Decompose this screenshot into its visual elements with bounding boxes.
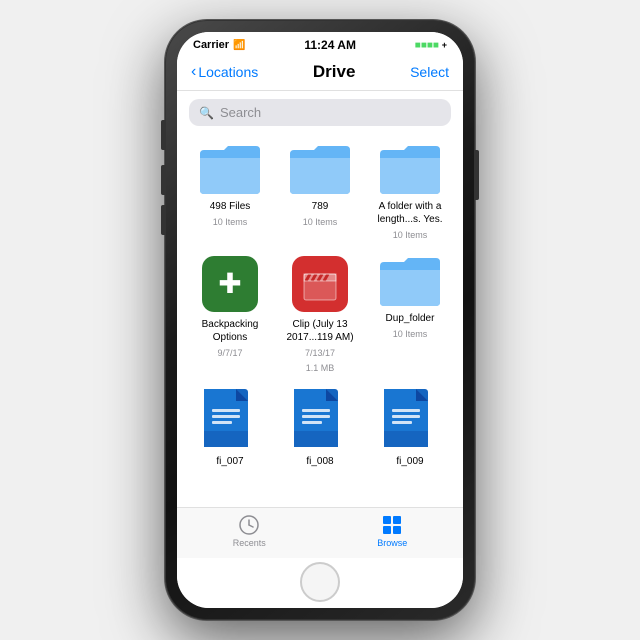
page-title: Drive — [313, 62, 356, 82]
home-button[interactable] — [300, 562, 340, 602]
list-item[interactable]: Clip (July 13 2017...119 AM) 7/13/17 1.1… — [280, 256, 360, 375]
time-display: 11:24 AM — [304, 38, 356, 52]
item-name: fi_008 — [306, 455, 333, 468]
item-name: Clip (July 13 2017...119 AM) — [280, 318, 360, 344]
tab-bar: Recents Browse — [177, 507, 463, 558]
search-container: 🔍 Search — [177, 91, 463, 134]
home-button-area — [177, 558, 463, 608]
list-item[interactable]: fi_007 — [190, 389, 270, 468]
app-icon-backpacking: ✚ — [202, 256, 258, 312]
item-sub: 7/13/17 — [305, 348, 335, 360]
list-item[interactable]: A folder with a length...s. Yes. 10 Item… — [370, 144, 450, 242]
item-name: fi_009 — [396, 455, 423, 468]
item-sub: 10 Items — [393, 230, 428, 242]
grid-row-1: 498 Files 10 Items 789 10 Items — [185, 144, 455, 242]
carrier-info: Carrier 📶 — [193, 39, 246, 51]
grid-row-2: ✚ Backpacking Options 9/7/17 — [185, 256, 455, 375]
item-name: fi_007 — [216, 455, 243, 468]
status-right-icons: ■■■■ + — [415, 40, 447, 51]
item-sub: 10 Items — [213, 217, 248, 229]
phone-device: Carrier 📶 11:24 AM ■■■■ + ‹ Locations Dr… — [165, 20, 475, 620]
folder-icon — [378, 144, 442, 196]
list-item[interactable]: 498 Files 10 Items — [190, 144, 270, 242]
item-name: 498 Files — [210, 200, 251, 213]
wifi-icon: 📶 — [233, 40, 245, 51]
battery-icon: ■■■■ + — [415, 40, 447, 51]
item-size: 1.1 MB — [306, 363, 335, 375]
folder-icon — [288, 144, 352, 196]
list-item[interactable]: fi_008 — [280, 389, 360, 468]
item-name: Backpacking Options — [190, 318, 270, 344]
tab-label-recents: Recents — [233, 538, 266, 548]
search-icon: 🔍 — [199, 106, 214, 120]
tab-label-browse: Browse — [377, 538, 407, 548]
item-sub: 10 Items — [303, 217, 338, 229]
clapboard-icon — [302, 266, 338, 302]
app-icon-clip — [292, 256, 348, 312]
item-name: A folder with a length...s. Yes. — [370, 200, 450, 226]
phone-screen: Carrier 📶 11:24 AM ■■■■ + ‹ Locations Dr… — [177, 32, 463, 608]
item-sub: 9/7/17 — [217, 348, 242, 360]
folder-icon — [378, 256, 442, 308]
tab-browse[interactable]: Browse — [377, 514, 407, 548]
navigation-bar: ‹ Locations Drive Select — [177, 56, 463, 91]
list-item[interactable]: ✚ Backpacking Options 9/7/17 — [190, 256, 270, 375]
browse-icon — [381, 514, 403, 536]
file-grid: 498 Files 10 Items 789 10 Items — [177, 134, 463, 507]
list-item[interactable]: 789 10 Items — [280, 144, 360, 242]
carrier-label: Carrier — [193, 39, 229, 51]
doc-icon — [294, 389, 346, 451]
chevron-left-icon: ‹ — [191, 63, 196, 81]
recents-icon — [238, 514, 260, 536]
grid-row-3: fi_007 fi — [185, 389, 455, 468]
item-name: Dup_folder — [386, 312, 435, 325]
doc-icon — [384, 389, 436, 451]
back-label: Locations — [198, 64, 258, 80]
search-placeholder: Search — [220, 105, 261, 120]
select-button[interactable]: Select — [410, 64, 449, 80]
doc-icon — [204, 389, 256, 451]
folder-icon — [198, 144, 262, 196]
status-bar: Carrier 📶 11:24 AM ■■■■ + — [177, 32, 463, 56]
item-sub: 10 Items — [393, 329, 428, 341]
list-item[interactable]: Dup_folder 10 Items — [370, 256, 450, 375]
tab-recents[interactable]: Recents — [233, 514, 266, 548]
search-bar[interactable]: 🔍 Search — [189, 99, 451, 126]
item-name: 789 — [312, 200, 329, 213]
back-button[interactable]: ‹ Locations — [191, 63, 258, 81]
list-item[interactable]: fi_009 — [370, 389, 450, 468]
cross-icon: ✚ — [218, 270, 241, 298]
